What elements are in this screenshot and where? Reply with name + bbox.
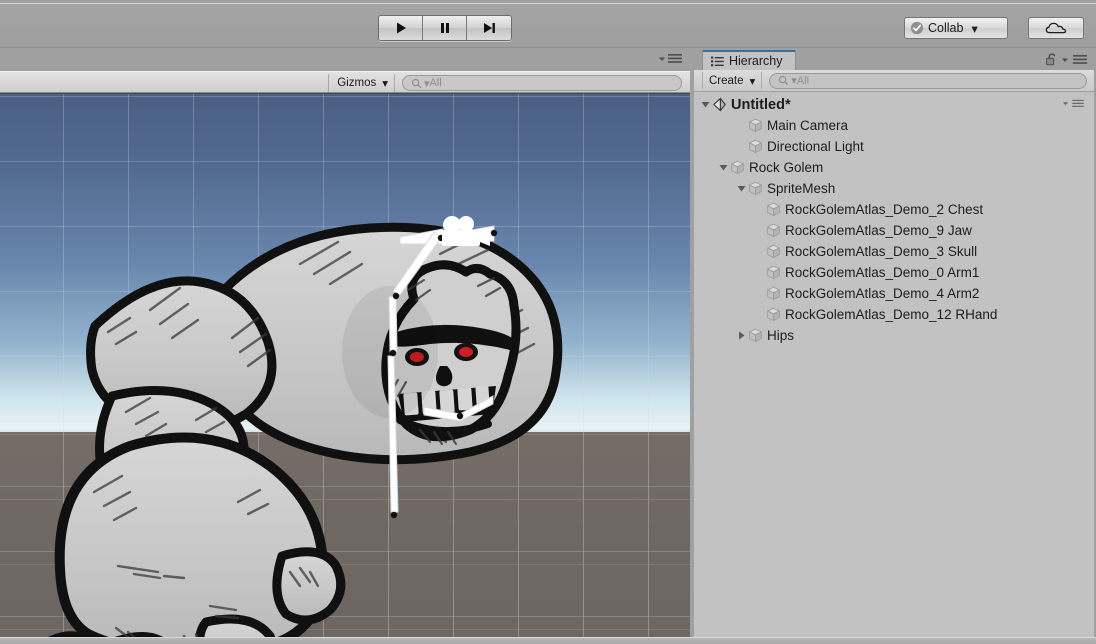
hierarchy-panel: Hierarchy Create ▾ ▾ All Untitled* Main … [694, 49, 1094, 637]
chevron-down-icon[interactable] [1061, 56, 1069, 64]
tab-hierarchy-label: Hierarchy [729, 54, 783, 68]
hierarchy-row-label: Rock Golem [749, 160, 824, 175]
hierarchy-row-rockgolematlas-demo-9-jaw[interactable]: RockGolemAtlas_Demo_9 Jaw [694, 220, 1094, 241]
hierarchy-toolbar: Create ▾ ▾ All [694, 70, 1094, 92]
lock-open-icon[interactable] [1046, 53, 1057, 66]
tab-hierarchy[interactable]: Hierarchy [702, 50, 796, 70]
gameobject-cube-icon [748, 139, 764, 154]
scene-viewport[interactable]: https://blog.csdn.net/YYYJ_BOY [0, 93, 690, 644]
search-icon [778, 75, 789, 86]
gameobject-cube-icon [730, 160, 746, 175]
hierarchy-row-rockgolematlas-demo-0-arm1[interactable]: RockGolemAtlas_Demo_0 Arm1 [694, 262, 1094, 283]
hierarchy-tab-controls [1046, 53, 1087, 66]
gameobject-cube-icon [766, 286, 782, 301]
collab-check-icon [910, 21, 924, 35]
hierarchy-row-list: Main Camera Directional Light Rock Golem Sp… [694, 115, 1094, 346]
hierarchy-row-rockgolematlas-demo-3-skull[interactable]: RockGolemAtlas_Demo_3 Skull [694, 241, 1094, 262]
unity-scene-icon [712, 97, 728, 112]
hierarchy-row-label: Directional Light [767, 139, 864, 154]
hierarchy-row-directional-light[interactable]: Directional Light [694, 136, 1094, 157]
hierarchy-row-label: RockGolemAtlas_Demo_12 RHand [785, 307, 998, 322]
gameobject-cube-icon [766, 202, 782, 217]
play-button[interactable] [379, 16, 423, 40]
gizmos-dropdown[interactable]: Gizmos ▾ [328, 74, 395, 92]
playback-controls [378, 15, 512, 41]
scene-tabstrip [0, 49, 690, 71]
hierarchy-row-rockgolematlas-demo-2-chest[interactable]: RockGolemAtlas_Demo_2 Chest [694, 199, 1094, 220]
cloud-icon [1045, 22, 1067, 34]
scene-row-menu-button[interactable] [1062, 99, 1084, 108]
scene-search-value: All [429, 77, 442, 89]
scene-search-input[interactable]: ▾ All [402, 75, 682, 91]
twirl-open-icon[interactable] [734, 184, 748, 193]
gameobject-cube-icon [748, 328, 764, 343]
window-bottom-strip [0, 637, 1096, 644]
gameobject-cube-icon [766, 244, 782, 259]
gameobject-cube-icon [766, 223, 782, 238]
unity-editor-window: Collab ▾ Gizmos ▾ ▾ All Hierarchy Create… [0, 0, 1096, 644]
scene-view-toolbar: Gizmos ▾ ▾ All [0, 71, 690, 93]
gizmos-caret-icon: ▾ [382, 78, 388, 90]
search-icon [411, 78, 422, 89]
scene-panel-menu-button[interactable] [658, 53, 682, 64]
collab-label: Collab [928, 21, 964, 35]
hierarchy-row-label: RockGolemAtlas_Demo_0 Arm1 [785, 265, 980, 280]
bone-hand[interactable] [387, 355, 399, 513]
gameobject-cube-icon [748, 118, 764, 133]
gameobject-cube-icon [748, 181, 764, 196]
hierarchy-row-rockgolematlas-demo-12-rhand[interactable]: RockGolemAtlas_Demo_12 RHand [694, 304, 1094, 325]
pause-button[interactable] [423, 16, 467, 40]
collab-button[interactable]: Collab ▾ [904, 17, 1008, 39]
hierarchy-row-hips[interactable]: Hips [694, 325, 1094, 346]
hierarchy-tree: Untitled* Main Camera Directional Light Ro… [694, 92, 1094, 637]
gameobject-cube-icon [766, 307, 782, 322]
scene-view-panel: Gizmos ▾ ▾ All [0, 49, 690, 644]
hierarchy-row-label: Hips [767, 328, 795, 343]
hierarchy-list-icon [711, 56, 724, 66]
hierarchy-row-rockgolematlas-demo-4-arm2[interactable]: RockGolemAtlas_Demo_4 Arm2 [694, 283, 1094, 304]
gameobject-cube-icon [766, 265, 782, 280]
gizmos-label: Gizmos [337, 77, 377, 89]
hierarchy-search-input[interactable]: ▾ All [769, 72, 1088, 89]
cloud-services-button[interactable] [1028, 17, 1084, 39]
bone-gizmos[interactable] [0, 94, 690, 644]
hierarchy-tabstrip: Hierarchy [694, 49, 1094, 70]
hierarchy-row-label: SpriteMesh [767, 181, 836, 196]
twirl-closed-icon[interactable] [734, 331, 748, 340]
create-dropdown-button[interactable]: Create ▾ [702, 72, 763, 89]
bone-forearm[interactable] [388, 295, 398, 353]
main-toolbar: Collab ▾ [0, 3, 1096, 48]
hierarchy-row-label: Main Camera [767, 118, 849, 133]
pause-icon [440, 23, 449, 33]
play-icon [396, 22, 406, 34]
create-caret-icon: ▾ [749, 75, 756, 88]
hierarchy-scene-row[interactable]: Untitled* [694, 94, 1094, 115]
hierarchy-row-main-camera[interactable]: Main Camera [694, 115, 1094, 136]
hamburger-menu-icon[interactable] [1073, 54, 1087, 65]
step-button[interactable] [467, 16, 511, 40]
hierarchy-row-rock-golem[interactable]: Rock Golem [694, 157, 1094, 178]
create-label: Create [709, 74, 744, 87]
step-icon [484, 23, 495, 33]
hierarchy-row-label: RockGolemAtlas_Demo_3 Skull [785, 244, 978, 259]
hierarchy-search-value: All [796, 74, 810, 87]
hierarchy-row-label: RockGolemAtlas_Demo_9 Jaw [785, 223, 972, 238]
hamburger-menu-icon [668, 54, 682, 63]
twirl-open-icon[interactable] [716, 163, 730, 172]
collab-caret-icon: ▾ [971, 21, 978, 36]
twirl-open-icon[interactable] [698, 100, 712, 109]
hierarchy-row-label: RockGolemAtlas_Demo_2 Chest [785, 202, 984, 217]
scene-name-label: Untitled* [731, 96, 791, 113]
chevron-down-icon [659, 57, 665, 61]
hierarchy-row-label: RockGolemAtlas_Demo_4 Arm2 [785, 286, 980, 301]
hierarchy-row-spritemesh[interactable]: SpriteMesh [694, 178, 1094, 199]
